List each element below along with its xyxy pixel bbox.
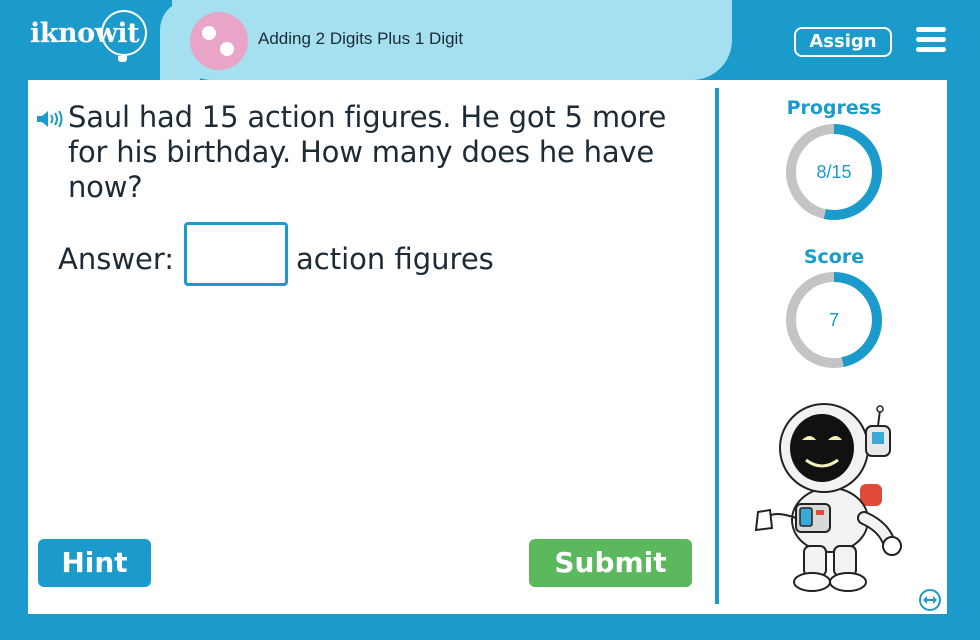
progress-ring: 8/15 [784,122,884,222]
lesson-title: Adding 2 Digits Plus 1 Digit [258,29,464,48]
top-bar: iknowit Adding 2 Digits Plus 1 Digit Ass… [0,0,980,80]
assign-button[interactable]: Assign [794,27,892,57]
score-ring: 7 [784,270,884,370]
answer-unit: action figures [296,242,494,276]
question-text: Saul had 15 action figures. He got 5 mor… [68,100,667,204]
submit-button[interactable]: Submit [529,539,692,587]
logo-bulb-base [118,56,128,62]
expand-arrows-icon[interactable] [918,588,942,612]
logo-bulb-ring [101,10,148,56]
score-value: 7 [828,310,839,330]
hamburger-menu-icon[interactable] [916,27,946,53]
iknowit-logo[interactable]: iknowit [30,10,148,62]
hint-button[interactable]: Hint [38,539,151,587]
dot-shape [220,42,234,56]
lesson-dots-icon [190,12,248,70]
dot-shape [202,26,216,40]
answer-input[interactable] [184,222,288,286]
panel-divider [715,88,719,604]
speaker-icon[interactable] [36,110,64,128]
answer-label: Answer: [58,242,175,276]
astronaut-robot-mascot [754,403,902,592]
progress-label: Progress [786,97,882,119]
score-label: Score [803,246,865,268]
progress-value: 8/15 [816,162,852,182]
